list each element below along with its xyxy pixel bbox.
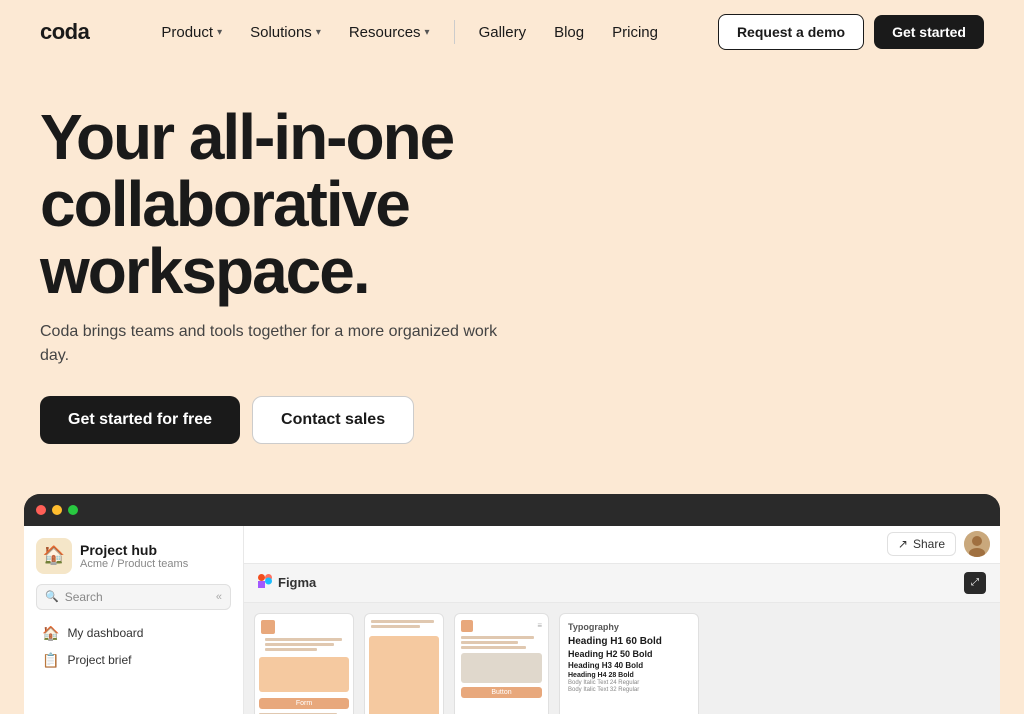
sidebar-info: Project hub Acme / Product teams — [80, 542, 188, 570]
maximize-dot — [68, 505, 78, 515]
wireframe-card-1: Form — [254, 613, 354, 714]
sidebar-item-project-label: Project brief — [67, 653, 131, 667]
hero-title: Your all-in-one collaborative workspace. — [40, 104, 640, 306]
typography-label: Typography — [568, 622, 690, 632]
user-avatar — [964, 531, 990, 557]
collapse-icon[interactable]: « — [216, 591, 222, 603]
typography-body-regular: Body Italic Text 32 Regular — [568, 687, 690, 693]
hero-section: Your all-in-one collaborative workspace.… — [0, 64, 1024, 474]
hero-title-line1: Your all-in-one — [40, 101, 453, 173]
hero-cta-group: Get started for free Contact sales — [40, 396, 984, 444]
titlebar — [24, 494, 1000, 526]
brand-logo[interactable]: coda — [40, 19, 89, 45]
typography-panel: Typography Heading H1 60 Bold Heading H2… — [559, 613, 699, 714]
nav-item-blog[interactable]: Blog — [542, 18, 596, 47]
nav-item-solutions[interactable]: Solutions ▾ — [238, 18, 333, 47]
nav-product-label: Product — [161, 24, 213, 41]
main-topbar: ↗ Share — [244, 526, 1000, 564]
resources-chevron-icon: ▾ — [425, 27, 430, 38]
sidebar-breadcrumb: Acme / Product teams — [80, 558, 188, 570]
get-started-button[interactable]: Get started — [874, 15, 984, 49]
dashboard-icon: 🏠 — [42, 625, 59, 642]
sidebar-item-dashboard[interactable]: 🏠 My dashboard — [36, 620, 231, 647]
hero-cta-primary[interactable]: Get started for free — [40, 396, 240, 444]
sidebar-logo-area: 🏠 Project hub Acme / Product teams — [36, 538, 231, 574]
hero-cta-secondary[interactable]: Contact sales — [252, 396, 414, 444]
wireframe-card-2 — [364, 613, 444, 714]
typography-h4: Heading H4 28 Bold — [568, 672, 690, 679]
nav-solutions-label: Solutions — [250, 24, 312, 41]
nav-item-gallery[interactable]: Gallery — [467, 18, 539, 47]
nav-item-resources[interactable]: Resources ▾ — [337, 18, 442, 47]
sidebar-item-dashboard-label: My dashboard — [67, 626, 143, 640]
nav-item-product[interactable]: Product ▾ — [149, 18, 234, 47]
close-dot — [36, 505, 46, 515]
typography-h1: Heading H1 60 Bold — [568, 636, 690, 647]
solutions-chevron-icon: ▾ — [316, 27, 321, 38]
typography-body-italic: Body Italic Text 24 Regular — [568, 680, 690, 686]
share-button[interactable]: ↗ Share — [887, 532, 956, 556]
expand-icon[interactable]: ⤢ — [964, 572, 986, 594]
search-placeholder: Search — [65, 590, 103, 604]
typography-h3: Heading H3 40 Bold — [568, 661, 690, 670]
sidebar-logo-icon: 🏠 — [36, 538, 72, 574]
hero-subtitle: Coda brings teams and tools together for… — [40, 320, 520, 368]
app-preview: 🏠 Project hub Acme / Product teams 🔍 Sea… — [24, 494, 1000, 714]
hero-title-line2: collaborative workspace. — [40, 168, 409, 307]
sidebar-title: Project hub — [80, 542, 188, 558]
figma-icon — [258, 574, 272, 591]
main-content-area: ↗ Share — [244, 526, 1000, 714]
figma-header: Figma ⤢ — [244, 564, 1000, 603]
app-sidebar: 🏠 Project hub Acme / Product teams 🔍 Sea… — [24, 526, 244, 714]
figma-content: Form ≡ — [244, 603, 1000, 714]
search-icon: 🔍 — [45, 590, 59, 603]
sidebar-item-project-brief[interactable]: 📋 Project brief — [36, 647, 231, 674]
minimize-dot — [52, 505, 62, 515]
product-chevron-icon: ▾ — [217, 27, 222, 38]
wireframe-card-3: ≡ Button — [454, 613, 549, 714]
share-icon: ↗ — [898, 537, 908, 551]
nav-links: Product ▾ Solutions ▾ Resources ▾ Galler… — [149, 18, 718, 47]
typography-h2: Heading H2 50 Bold — [568, 649, 690, 659]
share-label: Share — [913, 537, 945, 551]
project-brief-icon: 📋 — [42, 652, 59, 669]
request-demo-button[interactable]: Request a demo — [718, 14, 864, 50]
sidebar-emoji: 🏠 — [43, 545, 65, 566]
nav-resources-label: Resources — [349, 24, 421, 41]
sidebar-search-bar[interactable]: 🔍 Search « — [36, 584, 231, 610]
app-body: 🏠 Project hub Acme / Product teams 🔍 Sea… — [24, 526, 1000, 714]
nav-item-pricing[interactable]: Pricing — [600, 18, 670, 47]
nav-actions: Request a demo Get started — [718, 14, 984, 50]
navbar: coda Product ▾ Solutions ▾ Resources ▾ G… — [0, 0, 1024, 64]
nav-divider — [454, 20, 455, 44]
figma-label: Figma — [278, 575, 316, 590]
